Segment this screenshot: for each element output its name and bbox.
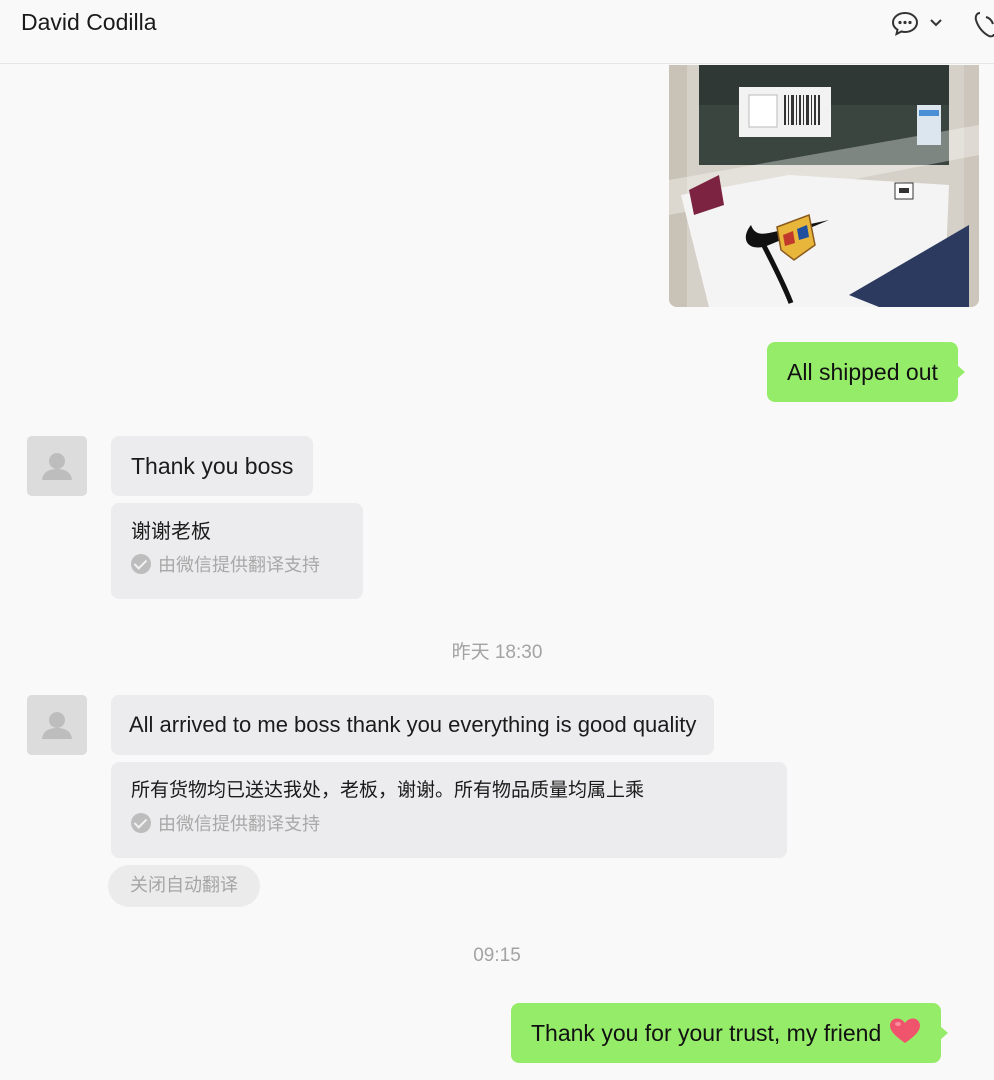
check-circle-icon xyxy=(131,554,151,574)
message-text: All arrived to me boss thank you everyth… xyxy=(129,712,697,737)
timestamp: 昨天 18:30 xyxy=(451,642,543,663)
translation-source: 由微信提供翻译支持 xyxy=(131,551,343,577)
phone-icon[interactable] xyxy=(972,10,994,40)
contact-avatar[interactable] xyxy=(27,436,87,496)
chat-bubble-icon[interactable] xyxy=(890,10,920,38)
translation-text: 所有货物均已送达我处，老板，谢谢。所有物品质量均属上乘 xyxy=(131,779,645,801)
translation-text: 谢谢老板 xyxy=(131,519,211,543)
message-text: Thank you boss xyxy=(131,453,294,479)
translation-source: 由微信提供翻译支持 xyxy=(131,810,767,836)
chat-header: David Codilla xyxy=(0,0,994,64)
timestamp: 09:15 xyxy=(473,945,521,966)
message-text: All shipped out xyxy=(787,359,938,385)
message-outgoing[interactable]: Thank you for your trust, my friend xyxy=(511,1003,948,1063)
contact-name[interactable]: David Codilla xyxy=(21,9,157,36)
check-circle-icon xyxy=(131,813,151,833)
message-outgoing[interactable]: All shipped out xyxy=(767,342,965,402)
translation-card[interactable]: 所有货物均已送达我处，老板，谢谢。所有物品质量均属上乘 由微信提供翻译支持 xyxy=(111,762,787,858)
contact-avatar[interactable] xyxy=(27,695,87,755)
message-incoming[interactable]: Thank you boss xyxy=(111,436,314,496)
chevron-down-icon[interactable] xyxy=(929,17,943,29)
heart-emoji-icon xyxy=(889,1018,920,1043)
chat-area[interactable]: All shipped out Thank you boss 谢谢老板 由微信提… xyxy=(0,65,994,1080)
shipped-photo[interactable] xyxy=(669,65,979,307)
message-incoming[interactable]: All arrived to me boss thank you everyth… xyxy=(111,695,715,755)
translation-card[interactable]: 谢谢老板 由微信提供翻译支持 xyxy=(111,503,363,599)
disable-auto-translate-button[interactable]: 关闭自动翻译 xyxy=(108,865,260,907)
message-text: Thank you for your trust, my friend xyxy=(531,1020,882,1046)
